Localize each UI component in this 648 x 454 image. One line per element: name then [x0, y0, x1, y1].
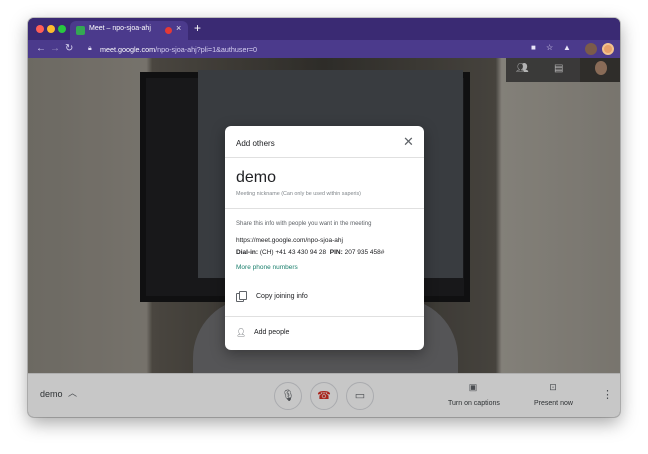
- lock-icon[interactable]: 🔒︎: [88, 45, 92, 53]
- reload-icon[interactable]: ↻: [65, 42, 73, 56]
- star-icon[interactable]: ☆: [546, 42, 553, 54]
- browser-toolbar: ← → ↻ 🔒︎ meet.google.com/npo-sjoa-ahj?pl…: [28, 40, 620, 58]
- dial-in-info: Dial-in: (CH) +41 43 430 94 28 PIN: 207 …: [236, 249, 384, 256]
- divider: [225, 208, 424, 209]
- camera-icon[interactable]: ■: [531, 42, 536, 54]
- new-tab-button[interactable]: +: [194, 21, 201, 35]
- forward-arrow-icon[interactable]: →: [50, 42, 60, 56]
- url-host: meet.google.com: [100, 45, 156, 54]
- add-person-icon[interactable]: 👤︎: [236, 328, 246, 337]
- extension-icon[interactable]: ▲: [563, 42, 571, 54]
- account-avatar[interactable]: [585, 43, 597, 55]
- divider: [225, 316, 424, 317]
- dial-in-label: Dial-in:: [236, 249, 259, 256]
- url-text: meet.google.com/npo-sjoa-ahj?pli=1&authu…: [100, 45, 257, 54]
- meeting-nickname: demo: [236, 169, 277, 186]
- close-window-button[interactable]: [36, 25, 44, 33]
- tab-title: Meet – npo-sjoa-ahj: [89, 25, 151, 32]
- pin-label: PIN:: [329, 249, 343, 256]
- maximize-window-button[interactable]: [58, 25, 66, 33]
- more-phone-numbers-link[interactable]: More phone numbers: [236, 264, 298, 271]
- share-info-text: Share this info with people you want in …: [236, 221, 372, 227]
- meeting-link[interactable]: https://meet.google.com/npo-sjoa-ahj: [236, 237, 343, 244]
- address-bar[interactable]: 🔒︎ meet.google.com/npo-sjoa-ahj?pli=1&au…: [80, 43, 620, 56]
- nickname-note: Meeting nickname (Can only be used withi…: [236, 191, 361, 197]
- back-arrow-icon[interactable]: ←: [36, 42, 46, 56]
- dial-in-number: (CH) +41 43 430 94 28: [259, 249, 327, 256]
- pin-value: 207 935 458#: [344, 249, 385, 256]
- profile-button[interactable]: [602, 43, 614, 55]
- meet-favicon-icon: [76, 26, 85, 35]
- dialog-title: Add others: [236, 139, 275, 148]
- add-people-button[interactable]: Add people: [254, 329, 289, 336]
- dialog-header: Add others ✕: [225, 126, 424, 158]
- tab-meet[interactable]: Meet – npo-sjoa-ahj ×: [70, 21, 188, 40]
- tab-close-button[interactable]: ×: [176, 23, 181, 33]
- add-others-dialog: Add others ✕ demo Meeting nickname (Can …: [225, 126, 424, 350]
- minimize-window-button[interactable]: [47, 25, 55, 33]
- copy-icon[interactable]: [236, 291, 247, 302]
- copy-joining-info-button[interactable]: Copy joining info: [256, 293, 308, 300]
- url-path: /npo-sjoa-ahj?pli=1&authuser=0: [155, 45, 258, 54]
- close-icon[interactable]: ✕: [403, 135, 414, 149]
- tab-strip: Meet – npo-sjoa-ahj × +: [28, 18, 620, 40]
- recording-indicator-icon: [165, 27, 172, 34]
